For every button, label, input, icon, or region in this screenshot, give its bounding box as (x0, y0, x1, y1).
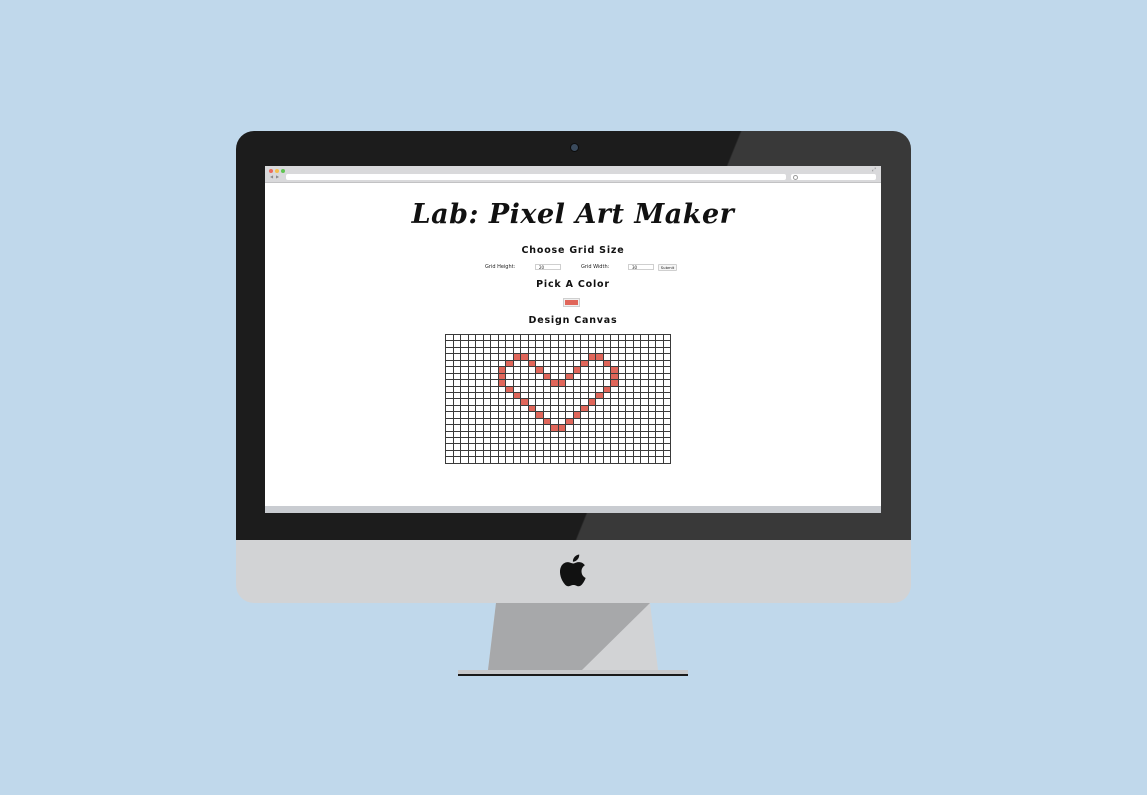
browser-toolbar: ◀ ▶ ⤢ (265, 166, 881, 183)
canvas-cell[interactable] (542, 456, 552, 464)
maximize-window-button[interactable] (281, 169, 285, 173)
pick-color-heading: Pick A Color (536, 279, 610, 290)
page-title: Lab: Pixel Art Maker (411, 199, 735, 230)
canvas-cell[interactable] (587, 456, 597, 464)
canvas-cell[interactable] (625, 456, 634, 464)
canvas-cell[interactable] (662, 456, 672, 464)
canvas-cell[interactable] (490, 456, 499, 464)
expand-icon[interactable]: ⤢ (872, 168, 876, 173)
canvas-cell[interactable] (647, 456, 657, 464)
canvas-cell[interactable] (535, 456, 544, 464)
canvas-cell[interactable] (505, 456, 514, 464)
grid-size-heading: Choose Grid Size (521, 245, 625, 256)
canvas-cell[interactable] (640, 456, 649, 464)
canvas-cell[interactable] (460, 456, 469, 464)
color-swatch (565, 300, 578, 305)
canvas-cell[interactable] (572, 456, 582, 464)
address-bar[interactable] (286, 174, 786, 180)
canvas-row (445, 456, 672, 464)
canvas-cell[interactable] (475, 456, 484, 464)
search-icon (793, 175, 798, 180)
canvas-cell[interactable] (595, 456, 604, 464)
grid-width-input[interactable]: 30 (628, 264, 654, 270)
browser-search-field[interactable] (791, 174, 876, 180)
canvas-cell[interactable] (655, 456, 664, 464)
apple-logo-icon (559, 554, 586, 587)
canvas-cell[interactable] (602, 456, 612, 464)
canvas-cell[interactable] (497, 456, 507, 464)
forward-arrow-icon[interactable]: ▶ (276, 174, 279, 180)
canvas-cell[interactable] (565, 456, 574, 464)
canvas-cell[interactable] (520, 456, 529, 464)
color-picker[interactable] (563, 298, 580, 307)
canvas-cell[interactable] (467, 456, 477, 464)
canvas-cell[interactable] (482, 456, 492, 464)
canvas-cell[interactable] (550, 456, 559, 464)
canvas-cell[interactable] (512, 456, 522, 464)
grid-width-label: Grid Width: (581, 264, 610, 270)
canvas-cell[interactable] (580, 456, 589, 464)
design-canvas-heading: Design Canvas (528, 315, 618, 326)
canvas-cell[interactable] (632, 456, 642, 464)
canvas-cell[interactable] (557, 456, 567, 464)
canvas-cell[interactable] (617, 456, 627, 464)
browser-bottom-bar (265, 506, 881, 513)
back-arrow-icon[interactable]: ◀ (270, 174, 273, 180)
camera-icon (570, 143, 579, 152)
pixel-canvas[interactable] (445, 333, 672, 464)
grid-height-input[interactable]: 20 (535, 264, 561, 270)
canvas-cell[interactable] (452, 456, 462, 464)
close-window-button[interactable] (269, 169, 273, 173)
canvas-cell[interactable] (610, 456, 619, 464)
minimize-window-button[interactable] (275, 169, 279, 173)
grid-height-label: Grid Height: (485, 264, 516, 270)
browser-screen: ◀ ▶ ⤢ Lab: Pixel Art Maker Choose Grid S… (265, 166, 881, 513)
canvas-cell[interactable] (445, 456, 454, 464)
canvas-cell[interactable] (527, 456, 537, 464)
submit-button[interactable]: Submit (658, 264, 677, 271)
